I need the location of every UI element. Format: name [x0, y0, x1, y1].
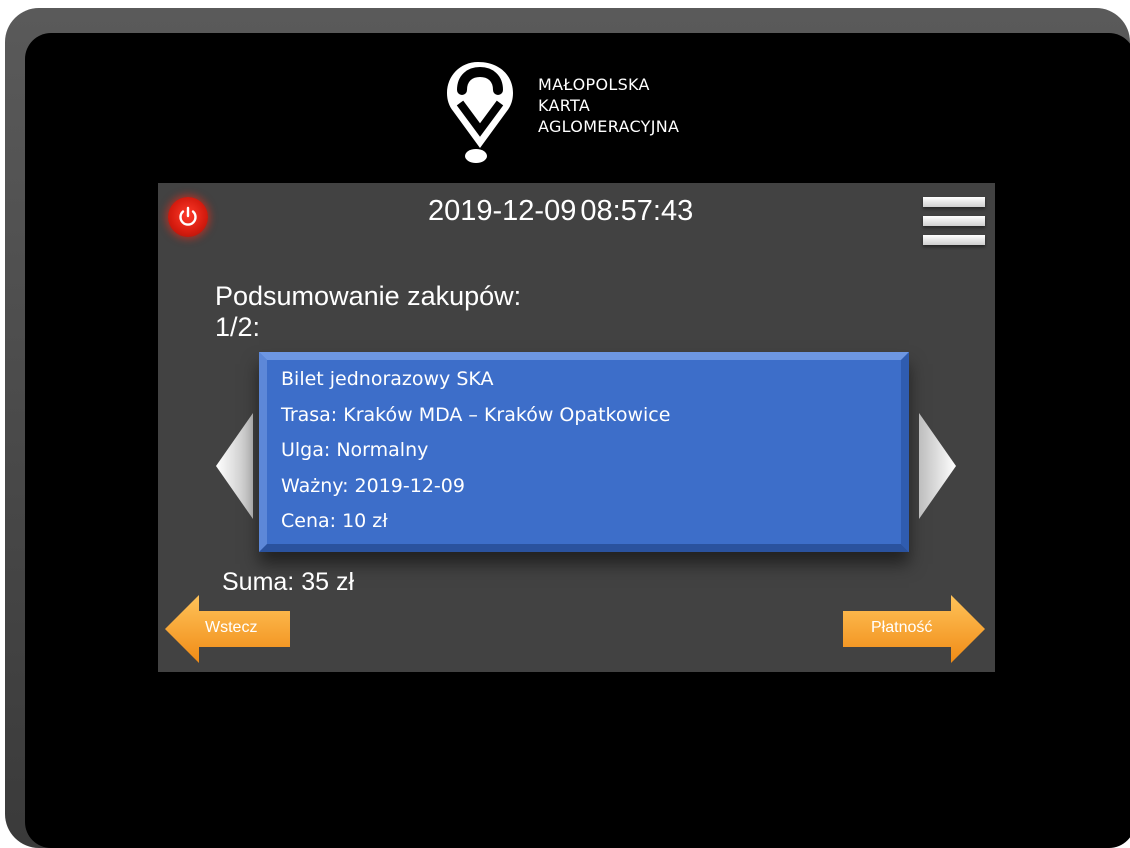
datetime-display: 2019-12-09 08:57:43 — [428, 195, 693, 228]
kiosk-screen: 2019-12-09 08:57:43 Podsumowanie zakupów:… — [158, 183, 995, 672]
previous-item-arrow-icon[interactable] — [216, 413, 254, 519]
power-icon — [179, 206, 197, 226]
brand-logo: MAŁOPOLSKA KARTA AGLOMERACYJNA — [438, 48, 738, 168]
ticket-price: Cena: 10 zł — [281, 510, 388, 532]
menu-bar-middle — [923, 216, 985, 226]
summary-title: Podsumowanie zakupów: — [215, 281, 522, 311]
ticket-route: Trasa: Kraków MDA – Kraków Opatkowice — [281, 403, 671, 426]
payment-button-label: Płatność — [871, 619, 933, 636]
total-sum: Suma: 35 zł — [222, 568, 355, 596]
brand-name: MAŁOPOLSKA KARTA AGLOMERACYJNA — [538, 74, 679, 137]
time-text: 08:57:43 — [580, 195, 694, 227]
page-counter: 1/2: — [215, 312, 261, 342]
ticket-summary-card: Bilet jednorazowy SKA Trasa: Kraków MDA … — [259, 352, 909, 552]
date-text: 2019-12-09 — [428, 195, 577, 227]
ticket-details: Bilet jednorazowy SKA Trasa: Kraków MDA … — [281, 368, 670, 546]
back-button-label: Wstecz — [205, 619, 258, 636]
hamburger-menu-icon[interactable] — [923, 197, 985, 249]
power-button[interactable] — [168, 197, 208, 237]
brand-line-3: AGLOMERACYJNA — [538, 117, 680, 136]
payment-button[interactable]: Płatność — [843, 595, 988, 663]
back-button[interactable]: Wstecz — [165, 595, 295, 663]
menu-bar-bottom — [923, 235, 985, 245]
location-pin-logo-icon — [447, 62, 513, 163]
menu-bar-top — [923, 197, 985, 207]
ticket-name: Bilet jednorazowy SKA — [281, 368, 494, 390]
ticket-discount: Ulga: Normalny — [281, 439, 429, 461]
brand-line-1: MAŁOPOLSKA — [538, 75, 650, 94]
next-item-arrow-icon[interactable] — [918, 413, 956, 519]
brand-line-2: KARTA — [538, 96, 591, 115]
ticket-valid-date: Ważny: 2019-12-09 — [281, 474, 465, 497]
